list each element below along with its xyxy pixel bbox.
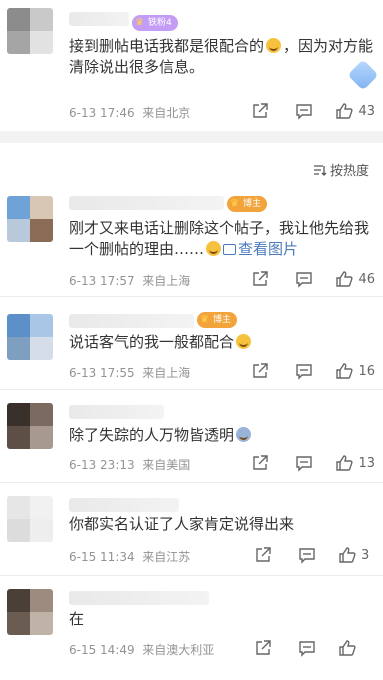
comment-text: 刚才又来电话让删除这个帖子，我让他先给我一个删帖的理由…… 查看图片 — [69, 219, 370, 258]
share-icon[interactable] — [251, 102, 269, 120]
comment-actions: 16 — [225, 362, 375, 380]
avatar[interactable] — [7, 314, 53, 360]
comment-item: ♛ 博主 刚才又来电话让删除这个帖子，我让他先给我一个删帖的理由…… 查看图片 6… — [0, 190, 383, 295]
share-icon[interactable] — [254, 546, 272, 564]
comment-meta: 6-15 14:49 来自澳大利亚 — [69, 643, 215, 657]
comment-text: 接到删帖电话我都是很配合的 ，因为对方能清除说出很多信息。 — [69, 37, 374, 76]
row-divider — [0, 389, 383, 390]
laugh-emoji-icon — [266, 38, 282, 53]
view-image-icon — [223, 244, 237, 255]
comment-text: 你都实名认证了人家肯定说得出来 — [69, 515, 295, 533]
sort-button[interactable]: 按热度 — [313, 160, 369, 179]
like-count: 13 — [358, 455, 375, 471]
share-icon[interactable] — [254, 639, 272, 657]
share-icon[interactable] — [251, 270, 269, 288]
comment-icon[interactable] — [295, 102, 313, 120]
sort-icon — [313, 164, 327, 176]
avatar[interactable] — [7, 196, 53, 242]
laugh-emoji-icon — [206, 241, 222, 256]
comment-item: ♛ 博主 说话客气的我一般都配合 6-13 17:55 来自上海 16 — [0, 298, 383, 388]
comment-icon[interactable] — [295, 454, 313, 472]
comment-item: 你都实名认证了人家肯定说得出来 6-15 11:34 来自江苏 3 — [0, 484, 383, 574]
comment-actions — [228, 639, 375, 657]
comment-item: ♛ 铁粉4 接到删帖电话我都是很配合的 ，因为对方能清除说出很多信息。 6-13 … — [0, 0, 383, 130]
username[interactable] — [69, 405, 164, 419]
row-divider — [0, 296, 383, 297]
share-icon[interactable] — [251, 454, 269, 472]
crown-icon: ♛ — [135, 17, 144, 28]
comment-item: 除了失踪的人万物皆透明 6-13 23:13 来自美国 13 — [0, 391, 383, 481]
like-icon — [335, 270, 354, 288]
row-divider — [0, 482, 383, 483]
comment-actions: 43 — [225, 102, 375, 120]
comment-meta: 6-13 17:55 来自上海 — [69, 366, 191, 380]
comment-icon[interactable] — [298, 546, 316, 564]
host-badge: ♛ 博主 — [197, 312, 238, 328]
comment-meta: 6-15 11:34 来自江苏 — [69, 550, 191, 564]
like-count: 16 — [358, 363, 375, 379]
crown-icon: ♛ — [230, 198, 239, 209]
comment-actions: 3 — [228, 546, 375, 564]
like-icon — [338, 639, 356, 657]
username[interactable] — [69, 591, 209, 605]
comment-actions: 13 — [225, 454, 375, 472]
username[interactable] — [69, 12, 129, 26]
avatar[interactable] — [7, 496, 53, 542]
comment-item: 在 6-15 14:49 来自澳大利亚 — [0, 577, 383, 680]
like-count: 43 — [358, 103, 375, 119]
comment-text: 除了失踪的人万物皆透明 — [69, 425, 374, 446]
row-divider — [0, 575, 383, 576]
like-icon — [338, 546, 356, 564]
like-button[interactable]: 13 — [335, 454, 375, 472]
like-button[interactable]: 46 — [335, 270, 375, 288]
comment-meta: 6-13 17:46 来自北京 — [69, 106, 191, 120]
ghost-emoji-icon — [236, 427, 252, 442]
like-icon — [335, 102, 354, 120]
crown-icon: ♛ — [200, 314, 209, 325]
like-button[interactable]: 3 — [338, 546, 375, 564]
username[interactable] — [69, 314, 194, 328]
comment-actions: 46 — [225, 270, 375, 288]
like-button[interactable]: 43 — [335, 102, 375, 120]
like-count: 3 — [361, 547, 370, 563]
share-icon[interactable] — [251, 362, 269, 380]
comment-meta: 6-13 23:13 来自美国 — [69, 458, 191, 472]
like-button[interactable]: 16 — [335, 362, 375, 380]
username[interactable] — [69, 498, 179, 512]
host-badge: ♛ 博主 — [227, 196, 268, 212]
fan-badge: ♛ 铁粉4 — [132, 15, 178, 31]
avatar[interactable] — [7, 403, 53, 449]
like-icon — [335, 362, 354, 380]
like-count: 46 — [358, 271, 375, 287]
comment-meta: 6-13 17:57 来自上海 — [69, 274, 191, 288]
comment-icon[interactable] — [298, 639, 316, 657]
comment-text: 说话客气的我一般都配合 — [69, 332, 374, 353]
laugh-emoji-icon — [236, 334, 252, 349]
like-button[interactable] — [338, 639, 375, 657]
avatar[interactable] — [7, 8, 53, 54]
comment-icon[interactable] — [295, 270, 313, 288]
username[interactable] — [69, 196, 224, 210]
like-icon — [335, 454, 354, 472]
comment-text: 在 — [69, 610, 85, 628]
avatar[interactable] — [7, 589, 53, 635]
section-divider — [0, 131, 383, 143]
comment-icon[interactable] — [295, 362, 313, 380]
view-image-link[interactable]: 查看图片 — [223, 240, 298, 258]
